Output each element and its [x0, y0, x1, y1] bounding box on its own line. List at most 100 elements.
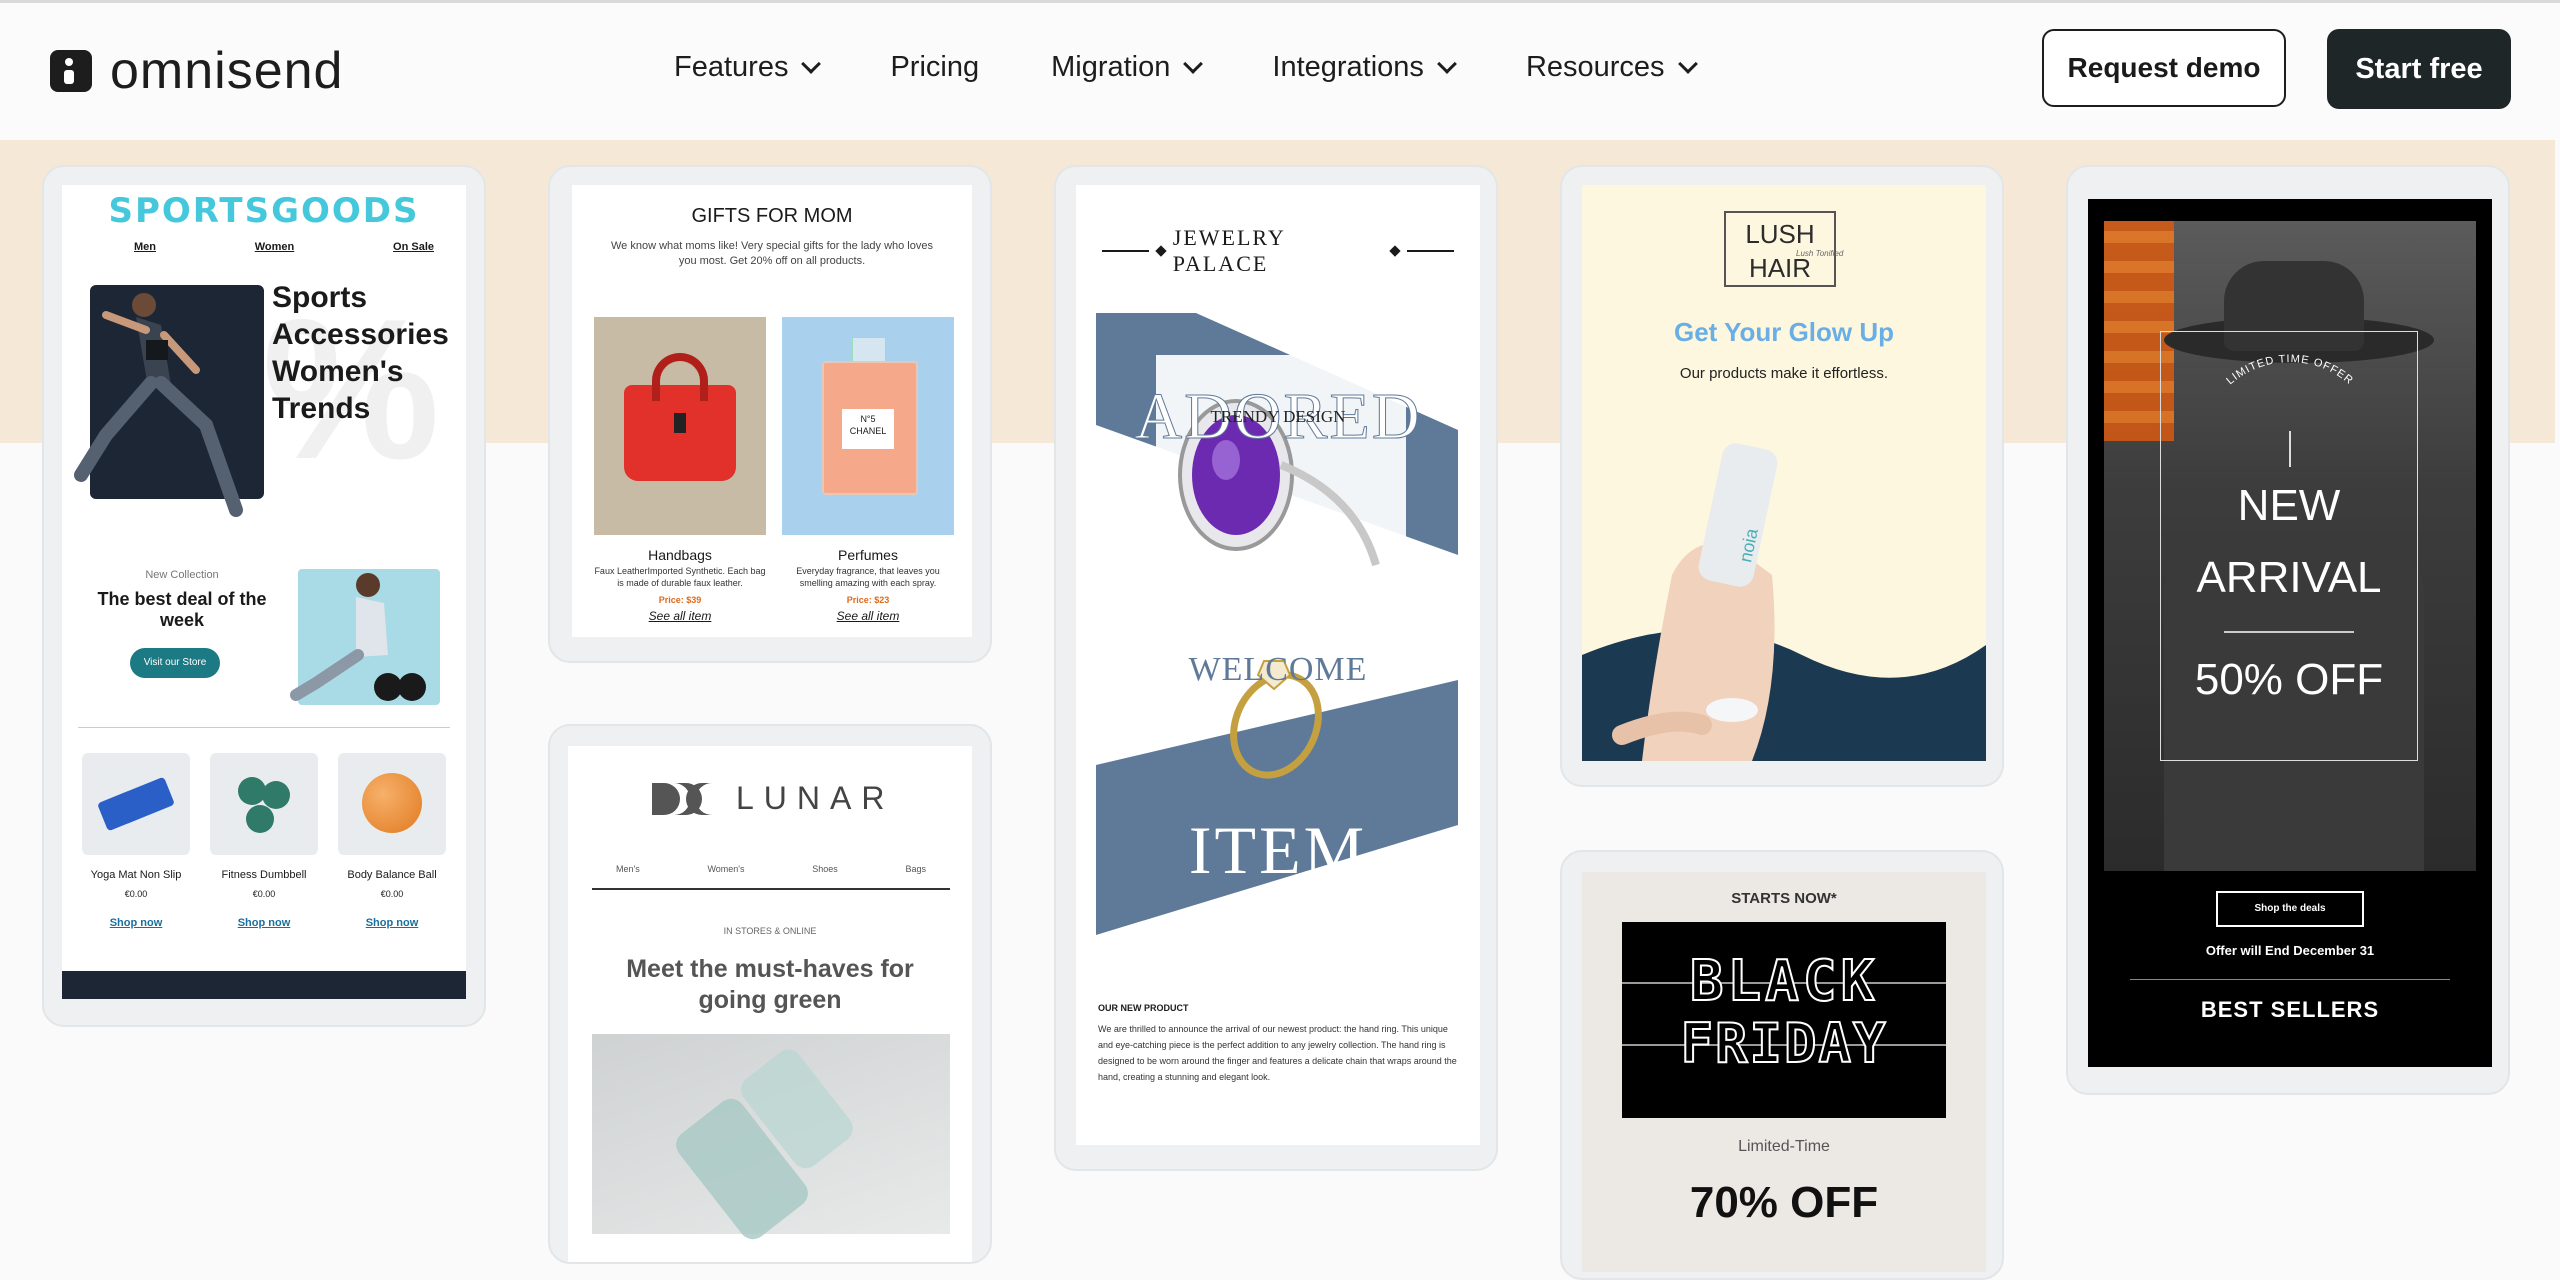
product-name: Fitness Dumbbell	[221, 869, 307, 881]
jewelry-word-item: ITEM	[1188, 812, 1368, 888]
chevron-down-icon	[1183, 53, 1204, 74]
template-card-lunar[interactable]: LUNAR Men's Women's Shoes Bags IN STORES…	[548, 724, 992, 1264]
headline-line: Trends	[272, 392, 371, 425]
jewelry-brand: JEWELRY PALACE	[1172, 225, 1285, 276]
main-nav: Features Pricing Migration Integrations …	[674, 51, 1698, 84]
nav-link-women[interactable]: Women	[255, 241, 295, 253]
lunar-kicker: IN STORES & ONLINE	[723, 926, 817, 936]
headline-line: Accessories	[272, 318, 449, 351]
shop-now-link[interactable]: Shop now	[204, 917, 324, 929]
arrival-footer-divider	[2130, 979, 2450, 980]
template-card-black-friday[interactable]: STARTS NOW* BLACK FRIDAY Limited-Time 70…	[1560, 850, 2004, 1280]
nav-link-mens[interactable]: Men's	[616, 864, 640, 874]
product-name: Yoga Mat Non Slip	[90, 869, 182, 881]
runner-image	[74, 293, 243, 517]
lunar-nav-divider	[592, 888, 950, 890]
dumbbell-image	[210, 753, 318, 855]
omnisend-logo[interactable]: omnisend	[50, 41, 343, 101]
nav-pricing-label: Pricing	[890, 51, 980, 83]
nav-link-bags[interactable]: Bags	[905, 864, 926, 874]
arrival-divider	[2224, 631, 2354, 633]
nav-resources-label: Resources	[1525, 51, 1665, 83]
jewelry-section-title: OUR NEW PRODUCT	[1098, 1003, 1189, 1013]
balance-ball-image	[338, 753, 446, 855]
bf-banner: BLACK FRIDAY	[1622, 922, 1946, 1118]
product-price: €0.00	[252, 889, 276, 899]
start-free-button[interactable]: Start free	[2327, 29, 2511, 109]
badge-divider	[2289, 431, 2291, 467]
lunar-headline: Meet the must-haves for going green	[626, 955, 914, 1014]
bf-line1: BLACK	[1689, 949, 1879, 1014]
nav-features-label: Features	[674, 51, 789, 83]
item-price: Price: $23	[846, 595, 890, 605]
best-sellers-heading: BEST SELLERS	[2200, 997, 2380, 1022]
omnisend-logo-icon	[50, 50, 92, 92]
lush-subtitle: Our products make it effortless.	[1679, 365, 1889, 382]
lush-brand-line: LUSH	[1745, 219, 1815, 249]
lunar-hero-image	[592, 1034, 950, 1245]
yoga-mat-image	[82, 753, 190, 855]
nav-pricing[interactable]: Pricing	[890, 51, 979, 84]
gifts-email: GIFTS FOR MOM We know what moms like! Ve…	[572, 185, 972, 637]
sportsgoods-logo: SPORTSGOODS	[108, 191, 420, 231]
lush-headline: Get Your Glow Up	[1673, 317, 1895, 347]
visit-store-button[interactable]: Visit our Store	[130, 648, 220, 678]
lush-email: LUSH HAIR Lush Tonified Get Your Glow Up…	[1582, 185, 1986, 761]
nav-resources[interactable]: Resources	[1525, 51, 1698, 84]
nav-link-on-sale[interactable]: On Sale	[393, 241, 434, 253]
shop-now-link[interactable]: Shop now	[332, 917, 452, 929]
nav-link-womens[interactable]: Women's	[707, 864, 744, 874]
product-name: Body Balance Ball	[347, 869, 437, 881]
template-card-lush-hair[interactable]: LUSH HAIR Lush Tonified Get Your Glow Up…	[1560, 165, 2004, 787]
see-all-link[interactable]: See all item	[594, 609, 766, 623]
see-all-link[interactable]: See all item	[782, 609, 954, 623]
svg-text:LIMITED TIME OFFER: LIMITED TIME OFFER	[2224, 353, 2355, 387]
gifts-intro: We know what moms like! Very special gif…	[611, 240, 933, 267]
jewelry-overlay-text: TRENDY DESIGN	[1210, 407, 1346, 426]
chevron-down-icon	[801, 53, 822, 74]
sportsgoods-footer-bar	[62, 971, 466, 999]
deal-image	[290, 569, 440, 705]
lunar-moon-icon	[652, 782, 712, 815]
lunar-brand: LUNAR	[736, 780, 895, 816]
nav-integrations[interactable]: Integrations	[1272, 51, 1457, 84]
item-desc: Everyday fragrance, that leaves you smel…	[796, 566, 940, 588]
perfume-label: N°5 CHANEL	[842, 409, 894, 449]
product-fitness-dumbbell[interactable]: Fitness Dumbbell €0.00 Shop now	[204, 753, 324, 929]
nav-link-men[interactable]: Men	[134, 241, 156, 253]
collection-label: New Collection	[145, 569, 219, 581]
sportsgoods-nav: Men Women On Sale	[134, 241, 434, 253]
nav-migration[interactable]: Migration	[1051, 51, 1204, 84]
product-yoga-mat[interactable]: Yoga Mat Non Slip €0.00 Shop now	[76, 753, 196, 929]
request-demo-button[interactable]: Request demo	[2042, 29, 2286, 107]
seated-athlete-image	[290, 573, 426, 701]
nav-integrations-label: Integrations	[1272, 51, 1424, 83]
chevron-down-icon	[1677, 53, 1698, 74]
product-balance-ball[interactable]: Body Balance Ball €0.00 Shop now	[332, 753, 452, 929]
nav-features[interactable]: Features	[674, 51, 822, 84]
nav-migration-label: Migration	[1051, 51, 1171, 83]
gifts-title: GIFTS FOR MOM	[691, 205, 853, 227]
shop-now-link[interactable]: Shop now	[76, 917, 196, 929]
arrival-ends: Offer will End December 31	[2205, 943, 2375, 958]
arrival-line2: ARRIVAL	[2196, 553, 2382, 602]
limited-badge-arc: LIMITED TIME OFFER	[2224, 353, 2355, 387]
jewelry-brand-row: JEWELRY PALACE	[1102, 225, 1454, 277]
jewelry-body: We are thrilled to announce the arrival …	[1098, 1024, 1457, 1082]
chevron-down-icon	[1437, 53, 1457, 74]
deal-title: The best deal of the week	[97, 589, 267, 630]
shop-deals-button[interactable]: Shop the deals	[2216, 891, 2364, 927]
product-price: €0.00	[380, 889, 404, 899]
sportsgoods-email: SPORTSGOODS Men Women On Sale % Sports A…	[62, 185, 466, 999]
template-card-gifts-for-mom[interactable]: GIFTS FOR MOM We know what moms like! Ve…	[548, 165, 992, 663]
template-card-jewelry-palace[interactable]: JEWELRY PALACE ADORED TRENDY DESIGN WELC…	[1054, 165, 1498, 1171]
template-card-new-arrival[interactable]: LIMITED TIME OFFER NEW ARRIVAL 50% OFF S…	[2066, 165, 2510, 1095]
template-card-sportsgoods[interactable]: SPORTSGOODS Men Women On Sale % Sports A…	[42, 165, 486, 1027]
lunar-nav: Men's Women's Shoes Bags	[592, 864, 950, 874]
blackfriday-email: STARTS NOW* BLACK FRIDAY Limited-Time 70…	[1582, 872, 1986, 1272]
arrival-email: LIMITED TIME OFFER NEW ARRIVAL 50% OFF S…	[2088, 199, 2492, 1067]
divider	[78, 727, 450, 728]
nav-link-shoes[interactable]: Shoes	[812, 864, 838, 874]
item-name: Handbags	[648, 547, 712, 563]
bf-limited: Limited-Time	[1738, 1138, 1830, 1155]
